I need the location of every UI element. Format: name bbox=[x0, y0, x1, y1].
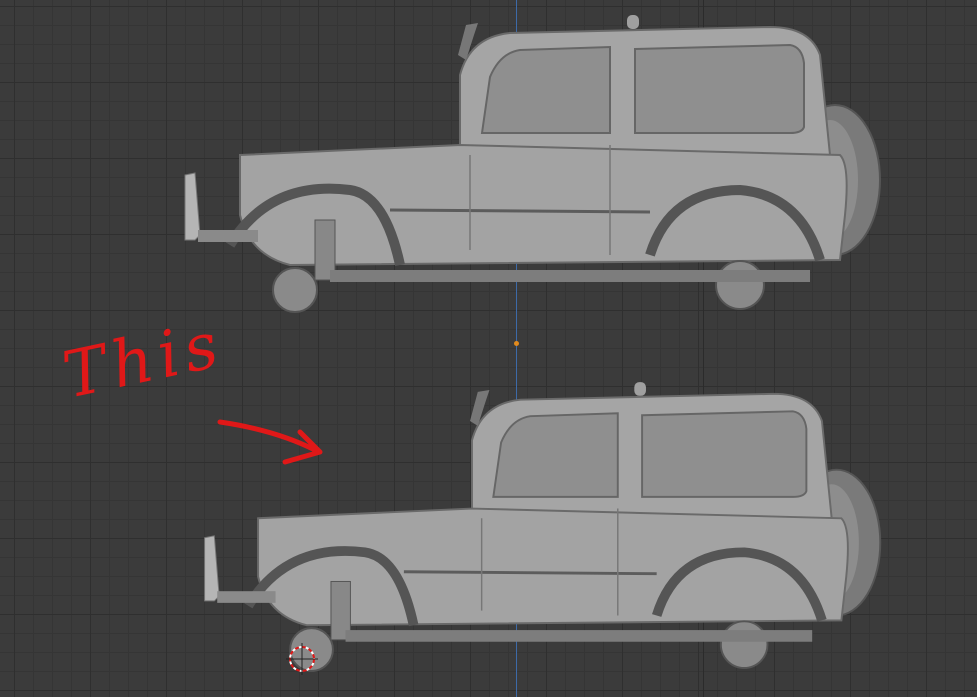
3d-viewport[interactable]: This bbox=[0, 0, 977, 697]
red-arrow-icon bbox=[220, 422, 320, 462]
jeep-model-top[interactable] bbox=[185, 15, 880, 312]
jeep-model-bottom[interactable] bbox=[205, 382, 881, 671]
origin-point bbox=[514, 341, 519, 346]
